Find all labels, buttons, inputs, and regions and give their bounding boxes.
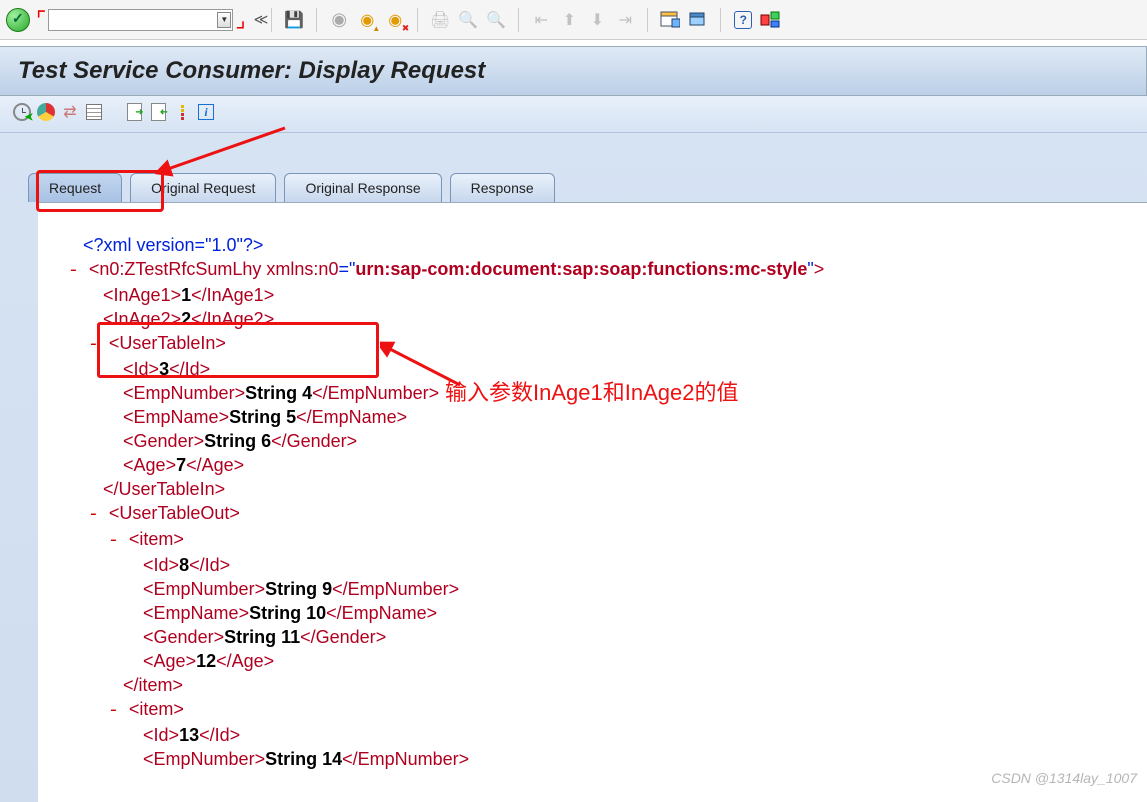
separator: [316, 8, 317, 32]
separator: [720, 8, 721, 32]
back-icon[interactable]: ◉: [327, 8, 351, 32]
bracket-left: ⌜: [36, 9, 46, 31]
layout-menu-icon[interactable]: [759, 8, 783, 32]
prev-page-icon: ⬆: [557, 8, 581, 32]
xml-gender11: <Gender>String 11</Gender>: [68, 625, 1147, 649]
execute-clock-icon[interactable]: ➤: [12, 102, 32, 122]
sort-icon[interactable]: [172, 102, 192, 122]
command-dropdown-button[interactable]: ▼: [217, 12, 231, 28]
help-icon[interactable]: ?: [731, 8, 755, 32]
xml-viewer: <?xml version="1.0"?> - <n0:ZTestRfcSumL…: [38, 202, 1147, 802]
xml-item1-close: </item>: [68, 673, 1147, 697]
save-icon[interactable]: 💾: [282, 8, 306, 32]
annotation-text: 输入参数InAge1和InAge2的值: [445, 375, 738, 407]
last-page-icon: ⇥: [613, 8, 637, 32]
system-toolbar: ⌜ ▼ ⌟ ≪ 💾 ◉ ◉ ◉ 🖨 🔍 🔍 ⇤ ⬆ ⬇ ⇥ ?: [0, 0, 1147, 40]
xml-declaration: <?xml version="1.0"?>: [68, 233, 1147, 257]
xml-empnumber9: <EmpNumber>String 9</EmpNumber>: [68, 577, 1147, 601]
exit-icon[interactable]: ◉: [355, 8, 379, 32]
xml-inage1: <InAge1>1</InAge1>: [68, 283, 1147, 307]
page-title: Test Service Consumer: Display Request: [0, 46, 1147, 96]
xml-age12: <Age>12</Age>: [68, 649, 1147, 673]
tab-response[interactable]: Response: [450, 173, 555, 202]
tab-request[interactable]: Request: [28, 173, 122, 202]
tab-strip: Request Original Request Original Respon…: [0, 133, 1147, 802]
grid-icon[interactable]: [84, 102, 104, 122]
xml-usertablein-open: - <UserTableIn>: [68, 331, 1147, 357]
xml-item2-open: - <item>: [68, 697, 1147, 723]
cancel-icon[interactable]: ◉: [383, 8, 407, 32]
info-icon[interactable]: i: [196, 102, 216, 122]
print-icon: 🖨: [428, 8, 452, 32]
first-page-icon: ⇤: [529, 8, 553, 32]
enter-ok-button[interactable]: [6, 8, 30, 32]
tab-original-response[interactable]: Original Response: [284, 173, 441, 202]
xml-item1-open: - <item>: [68, 527, 1147, 553]
command-field[interactable]: [48, 9, 233, 31]
xml-usertableout-open: - <UserTableOut>: [68, 501, 1147, 527]
import-doc-icon[interactable]: [148, 102, 168, 122]
separator: [647, 8, 648, 32]
bracket-right: ⌟: [235, 9, 245, 31]
separator: [518, 8, 519, 32]
xml-usertablein-close: </UserTableIn>: [68, 477, 1147, 501]
separator: [271, 8, 272, 32]
xml-age7: <Age>7</Age>: [68, 453, 1147, 477]
xml-empname5: <EmpName>String 5</EmpName>: [68, 405, 1147, 429]
xml-gender6: <Gender>String 6</Gender>: [68, 429, 1147, 453]
find-icon: 🔍: [456, 8, 480, 32]
xml-empname10: <EmpName>String 10</EmpName>: [68, 601, 1147, 625]
command-field-combo[interactable]: ▼: [48, 9, 233, 31]
generate-shortcut-icon[interactable]: [686, 8, 710, 32]
next-page-icon: ⬇: [585, 8, 609, 32]
xml-empnumber14: <EmpNumber>String 14</EmpNumber>: [68, 747, 1147, 771]
application-toolbar: ➤ ⇄ i: [0, 96, 1147, 133]
xml-root-open: - <n0:ZTestRfcSumLhy xmlns:n0="urn:sap-c…: [68, 257, 1147, 283]
separator: [417, 8, 418, 32]
xml-inage2: <InAge2>2</InAge2>: [68, 307, 1147, 331]
new-session-icon[interactable]: [658, 8, 682, 32]
xml-id13: <Id>13</Id>: [68, 723, 1147, 747]
xml-id8: <Id>8</Id>: [68, 553, 1147, 577]
flow-icon[interactable]: ⇄: [60, 102, 80, 122]
watermark: CSDN @1314lay_1007: [991, 770, 1137, 786]
pie-chart-icon[interactable]: [36, 102, 56, 122]
back-chevrons-icon[interactable]: ≪: [254, 11, 264, 28]
find-next-icon: 🔍: [484, 8, 508, 32]
tab-original-request[interactable]: Original Request: [130, 173, 276, 202]
export-doc-icon[interactable]: [124, 102, 144, 122]
